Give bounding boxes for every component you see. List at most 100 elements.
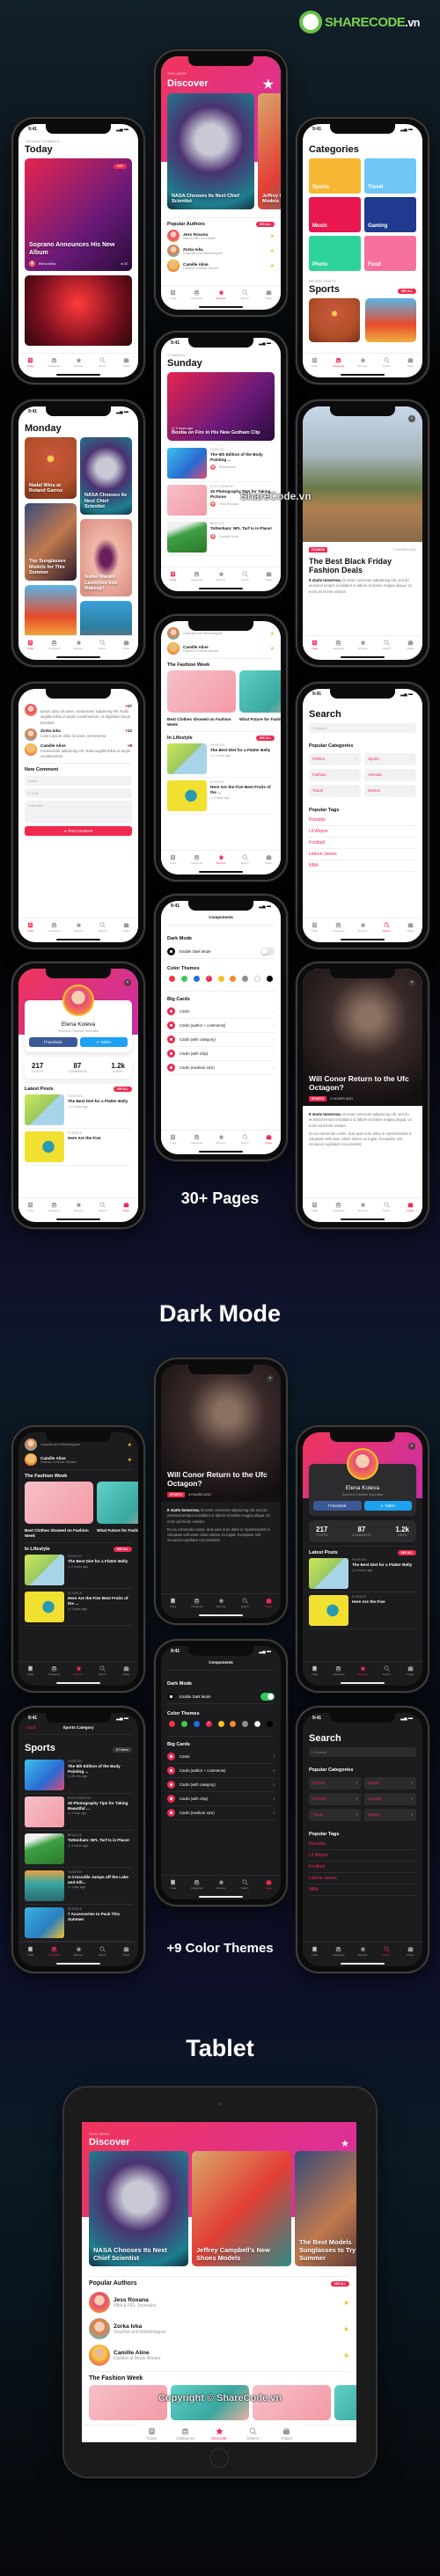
tab-today[interactable]: Today [18,1198,42,1215]
tab-search[interactable]: Search [233,286,257,303]
component-list-item[interactable]: Cards (with category) › [167,1778,275,1792]
tab-today[interactable]: Today [135,2425,168,2442]
story-card[interactable] [25,585,77,635]
author-row[interactable]: Camille Aline Fashion & Mode Worker ★ [167,260,275,272]
category-tile-food[interactable]: Food [364,236,416,271]
favorite-star-icon[interactable]: ★ [270,233,275,239]
see-all-button[interactable]: SEE ALL [113,1547,132,1553]
favorite-star-icon[interactable]: ★ [343,2352,349,2360]
tab-pages[interactable]: Pages [270,2425,304,2442]
tab-categories[interactable]: Categories [42,1662,66,1679]
tab-today[interactable]: Today [161,851,185,867]
color-swatch[interactable] [267,976,273,982]
story-card[interactable]: Jeffrey Campbell's New Shoes Models [258,93,281,209]
tab-search[interactable]: Search [233,1876,257,1892]
tag-link[interactable]: Lil Wayne [309,1850,416,1862]
tab-today[interactable]: Today [161,1876,185,1892]
component-list-item[interactable]: Cards (with chip) › [167,1047,275,1061]
fashion-card[interactable]: Best Clothes Showed on Fashion Week [167,670,236,728]
tab-search[interactable]: Search [233,1131,257,1147]
tab-search[interactable]: Search [91,1198,114,1215]
list-item[interactable]: BEATLES Tottenham: NFL Turf Is in Place! C… [167,519,275,556]
facebook-button[interactable]: f Facebook [29,1037,77,1047]
list-item[interactable]: SCIENCE Here Are the Five [25,1129,132,1166]
tab-search[interactable]: Search [375,636,399,653]
tab-search[interactable]: Search [91,1662,114,1679]
story-card[interactable] [80,601,132,635]
tab-categories[interactable]: Categories [326,354,350,370]
component-list-item[interactable]: Cards (medium size) › [167,1806,275,1820]
tab-categories[interactable]: Categories [326,1198,350,1215]
tab-today[interactable]: Today [18,1662,42,1679]
tag-link[interactable]: Football [309,838,416,849]
tab-pages[interactable]: Pages [257,567,281,584]
tab-pages[interactable]: Pages [114,1198,138,1215]
story-card[interactable]: NASA Chooses Its Next Chief Scientist [89,2151,188,2266]
tab-discover[interactable]: Discover [66,354,90,370]
list-item[interactable]: FASHION The 6th Edition of the Body Paint… [167,445,275,482]
tab-categories[interactable]: Categories [326,636,350,653]
tab-search[interactable]: Search [91,1943,114,1959]
tab-search[interactable]: Search [91,354,114,370]
close-button[interactable]: × [124,979,131,986]
fashion-card[interactable]: What Future for Fashion Week? [97,1482,138,1539]
tab-discover[interactable]: Discover [202,2425,236,2442]
tag-link[interactable]: Ronaldo [309,1839,416,1850]
favorite-star-icon[interactable]: ★ [343,2325,349,2333]
post-image[interactable] [365,298,416,342]
tab-search[interactable]: Search [236,2425,269,2442]
color-swatch[interactable] [180,1721,187,1727]
author-row[interactable]: Zorka Ivka Graphist and Webdesigner ★ [89,2318,349,2339]
tab-pages[interactable]: Pages [257,1876,281,1892]
tab-categories[interactable]: Categories [185,1876,209,1892]
story-card[interactable]: NASA Chooses Its Next Chief Scientist [80,437,132,515]
favorite-star-icon[interactable]: ★ [270,646,275,652]
tab-search[interactable]: Search [233,567,257,584]
tag-link[interactable]: NBA [309,860,416,872]
tab-today[interactable]: Today [18,1943,42,1959]
tab-categories[interactable]: Categories [326,1943,350,1959]
color-swatch[interactable] [230,976,237,982]
close-button[interactable]: × [408,979,415,986]
close-button[interactable]: × [408,1443,415,1450]
category-tile-sports[interactable]: Sports [309,158,361,194]
color-swatch[interactable] [242,1721,249,1727]
color-swatch[interactable] [242,976,249,982]
category-chip-movies[interactable]: Movies › [364,785,416,797]
featured-card[interactable]: HOT Soprano Announces His New Album Elena … [25,158,132,271]
list-item[interactable]: FASHION The 6th Edition of the Body Paint… [25,1757,132,1794]
component-list-item[interactable]: Cards (with category) › [167,1033,275,1047]
category-chip-travel[interactable]: Travel › [309,1809,361,1821]
twitter-button[interactable]: ✦ Twitter [79,1037,128,1047]
category-chip-politics[interactable]: Politics › [309,753,361,765]
story-card[interactable] [25,275,132,346]
tab-categories[interactable]: Categories [168,2425,202,2442]
dark-mode-toggle[interactable] [260,948,275,955]
category-tile-photo[interactable]: Photo [309,236,361,271]
color-swatch[interactable] [193,976,200,982]
category-tile-travel[interactable]: Travel [364,158,416,194]
tab-search[interactable]: Search [91,636,114,653]
post-image[interactable] [309,298,360,342]
name-input[interactable]: Name [25,776,132,787]
category-chip-politics[interactable]: Politics › [309,1777,361,1789]
tab-pages[interactable]: Pages [114,1662,138,1679]
tag-link[interactable]: Ronaldo [309,815,416,826]
category-chip-sports[interactable]: Sports › [364,753,416,765]
color-swatch[interactable] [254,976,261,982]
tab-discover[interactable]: Discover [350,354,374,370]
tag-link[interactable]: Lebron James [309,849,416,860]
tab-categories[interactable]: Categories [42,1198,66,1215]
tab-today[interactable]: Today [303,354,326,370]
search-input[interactable]: ⌕ Search [309,1747,416,1757]
story-card[interactable]: Top Sunglasses Models for This Summer [25,503,77,581]
close-button[interactable]: × [408,415,415,422]
story-card[interactable]: NASA Chooses Its Next Chief Scientist [167,93,254,209]
author-row[interactable]: Camille Aline Fashion & Mode Worker ★ [25,1453,132,1466]
tab-today[interactable]: Today [18,636,42,653]
tab-categories[interactable]: Categories [185,286,209,303]
tab-today[interactable]: Today [303,918,326,935]
favorite-star-icon[interactable]: ★ [128,1442,132,1448]
tab-discover[interactable]: Discover [209,286,232,303]
tab-discover[interactable]: Discover [209,1594,232,1611]
